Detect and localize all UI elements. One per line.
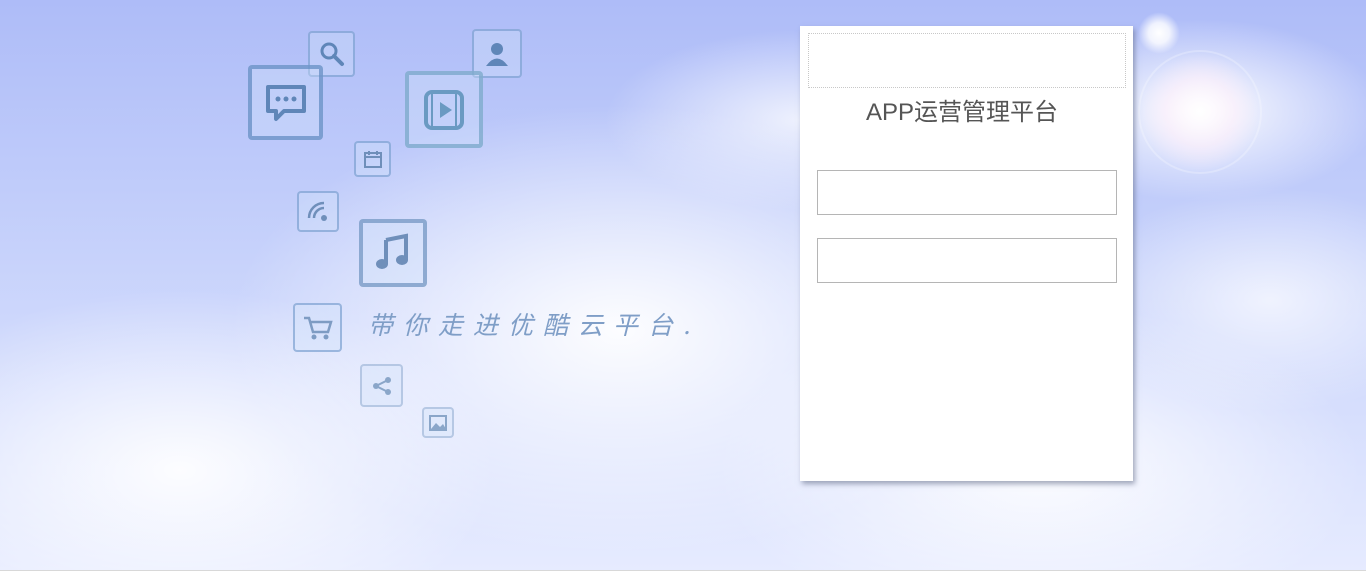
image-icon [422, 407, 454, 438]
chat-icon [248, 65, 323, 140]
music-icon [359, 219, 427, 287]
logo-placeholder [808, 33, 1126, 88]
calendar-icon [354, 141, 391, 177]
wifi-icon [297, 191, 339, 232]
slogan-text: 带你走进优酷云平台. [368, 311, 701, 340]
login-panel: APP运营管理平台 [800, 26, 1133, 481]
sun-core [1138, 12, 1180, 54]
password-input[interactable] [817, 238, 1117, 283]
cart-icon [293, 303, 342, 352]
video-icon [405, 71, 483, 148]
page-title: APP运营管理平台 [865, 99, 1059, 126]
username-input[interactable] [817, 170, 1117, 215]
sun-glow [1140, 52, 1260, 172]
share-icon [360, 364, 403, 407]
